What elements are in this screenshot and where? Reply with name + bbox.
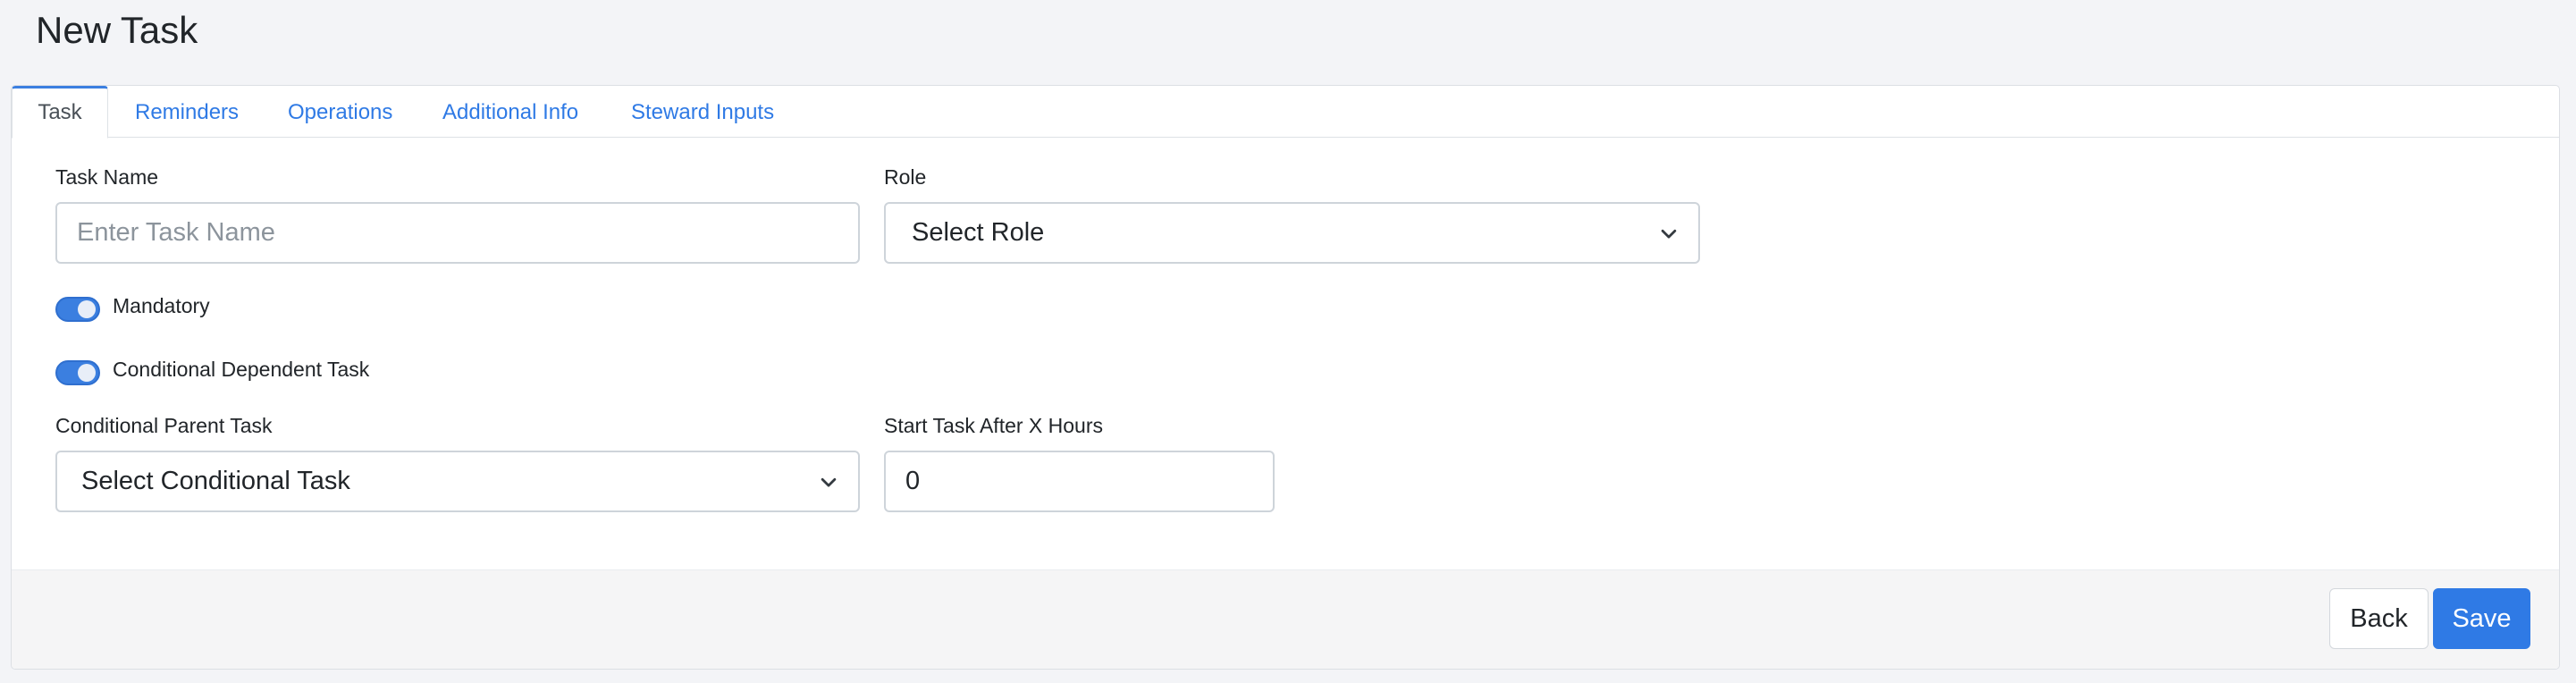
start-after-hours-label: Start Task After X Hours bbox=[884, 414, 1104, 437]
mandatory-toggle[interactable] bbox=[55, 297, 100, 322]
conditional-parent-select[interactable]: Select Conditional Task bbox=[55, 451, 860, 512]
conditional-dependent-toggle[interactable] bbox=[55, 360, 100, 385]
task-name-label: Task Name bbox=[55, 165, 159, 189]
toggle-knob bbox=[78, 364, 96, 382]
conditional-parent-select-value: Select Conditional Task bbox=[81, 467, 350, 495]
role-label: Role bbox=[884, 165, 927, 189]
tab-bar: Task Reminders Operations Additional Inf… bbox=[12, 86, 2559, 139]
role-select[interactable]: Select Role bbox=[884, 202, 1700, 264]
conditional-dependent-label: Conditional Dependent Task bbox=[113, 358, 370, 381]
conditional-parent-label: Conditional Parent Task bbox=[55, 414, 273, 437]
mandatory-label: Mandatory bbox=[113, 294, 210, 317]
back-button[interactable]: Back bbox=[2329, 588, 2429, 649]
toggle-knob bbox=[78, 300, 96, 318]
tab-task[interactable]: Task bbox=[12, 86, 108, 139]
tab-steward-inputs[interactable]: Steward Inputs bbox=[631, 86, 774, 138]
save-button[interactable]: Save bbox=[2433, 588, 2530, 649]
chevron-down-icon bbox=[1661, 229, 1677, 238]
tab-additional-info[interactable]: Additional Info bbox=[442, 86, 578, 138]
task-name-input[interactable] bbox=[55, 202, 860, 264]
tab-reminders[interactable]: Reminders bbox=[135, 86, 239, 138]
task-form-card: Task Reminders Operations Additional Inf… bbox=[11, 85, 2560, 670]
tab-operations[interactable]: Operations bbox=[288, 86, 392, 138]
chevron-down-icon bbox=[821, 477, 837, 486]
form-footer: Back Save bbox=[12, 569, 2559, 669]
role-select-value: Select Role bbox=[912, 218, 1045, 247]
start-after-hours-input[interactable] bbox=[884, 451, 1275, 512]
page-title: New Task bbox=[36, 9, 198, 51]
